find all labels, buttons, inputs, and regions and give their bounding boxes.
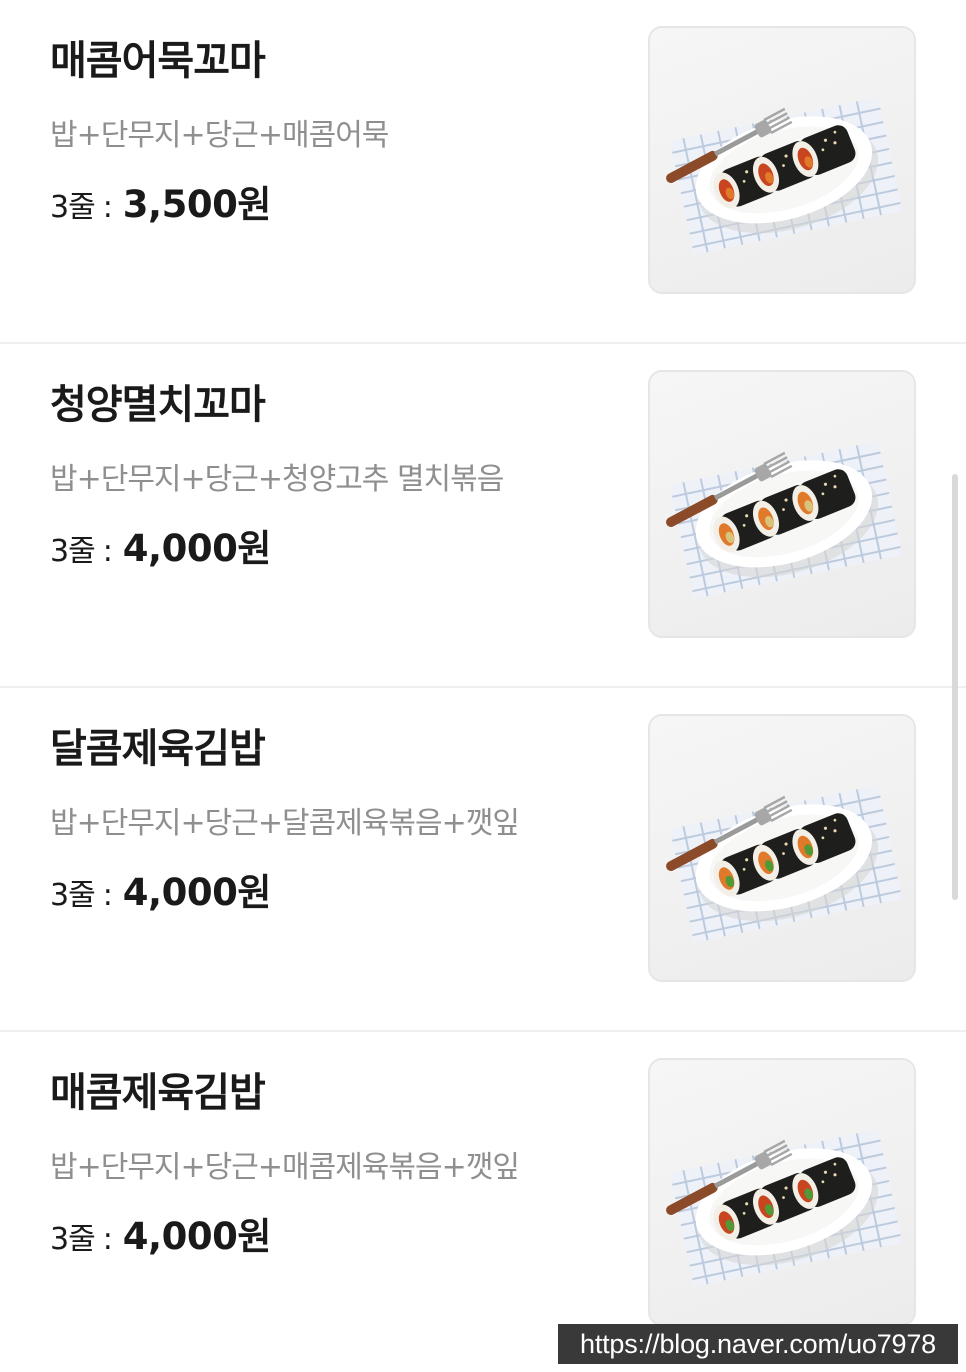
spicy-pork-kimbap-photo[interactable] [648, 1058, 916, 1326]
menu-item[interactable]: 매콤어묵꼬마 밥+단무지+당근+매콤어묵 3줄:3,500원 [0, 0, 966, 344]
menu-item[interactable]: 달콤제육김밥 밥+단무지+당근+달콤제육볶음+깻잎 3줄:4,000원 [0, 688, 966, 1032]
menu-item-name: 청양멸치꼬마 [50, 382, 266, 428]
price-value: 4,000원 [122, 1215, 272, 1258]
price-value: 4,000원 [122, 871, 272, 914]
menu-list: 매콤어묵꼬마 밥+단무지+당근+매콤어묵 3줄:3,500원 청양멸치꼬마 밥+… [0, 0, 966, 1372]
price-unit: 3줄 [50, 1222, 96, 1257]
menu-item-price-row: 3줄:4,000원 [50, 862, 271, 916]
menu-item-ingredients: 밥+단무지+당근+매콤제육볶음+깻잎 [50, 1150, 520, 1185]
price-separator: : [102, 534, 113, 569]
menu-item-ingredients: 밥+단무지+당근+달콤제육볶음+깻잎 [50, 806, 520, 841]
price-separator: : [102, 190, 113, 225]
price-unit: 3줄 [50, 534, 96, 569]
cheongyang-anchovy-kimbap-photo[interactable] [648, 370, 916, 638]
menu-item-name: 달콤제육김밥 [50, 726, 266, 772]
scrollbar-thumb[interactable] [952, 474, 958, 900]
menu-item-ingredients: 밥+단무지+당근+매콤어묵 [50, 118, 389, 153]
price-unit: 3줄 [50, 190, 96, 225]
menu-item[interactable]: 청양멸치꼬마 밥+단무지+당근+청양고추 멸치볶음 3줄:4,000원 [0, 344, 966, 688]
price-value: 3,500원 [122, 183, 272, 226]
price-unit: 3줄 [50, 878, 96, 913]
menu-item[interactable]: 매콤제육김밥 밥+단무지+당근+매콤제육볶음+깻잎 3줄:4,000원 [0, 1032, 966, 1372]
menu-item-price-row: 3줄:4,000원 [50, 518, 271, 572]
menu-item-name: 매콤제육김밥 [50, 1070, 266, 1116]
spicy-fishcake-kimbap-photo[interactable] [648, 26, 916, 294]
menu-item-name: 매콤어묵꼬마 [50, 38, 266, 84]
sweet-pork-kimbap-photo[interactable] [648, 714, 916, 982]
menu-item-ingredients: 밥+단무지+당근+청양고추 멸치볶음 [50, 462, 504, 497]
price-separator: : [102, 1222, 113, 1257]
price-separator: : [102, 878, 113, 913]
price-value: 4,000원 [122, 527, 272, 570]
blog-watermark: https://blog.naver.com/uo7978 [558, 1324, 958, 1364]
menu-item-price-row: 3줄:4,000원 [50, 1206, 271, 1260]
menu-item-price-row: 3줄:3,500원 [50, 174, 271, 228]
